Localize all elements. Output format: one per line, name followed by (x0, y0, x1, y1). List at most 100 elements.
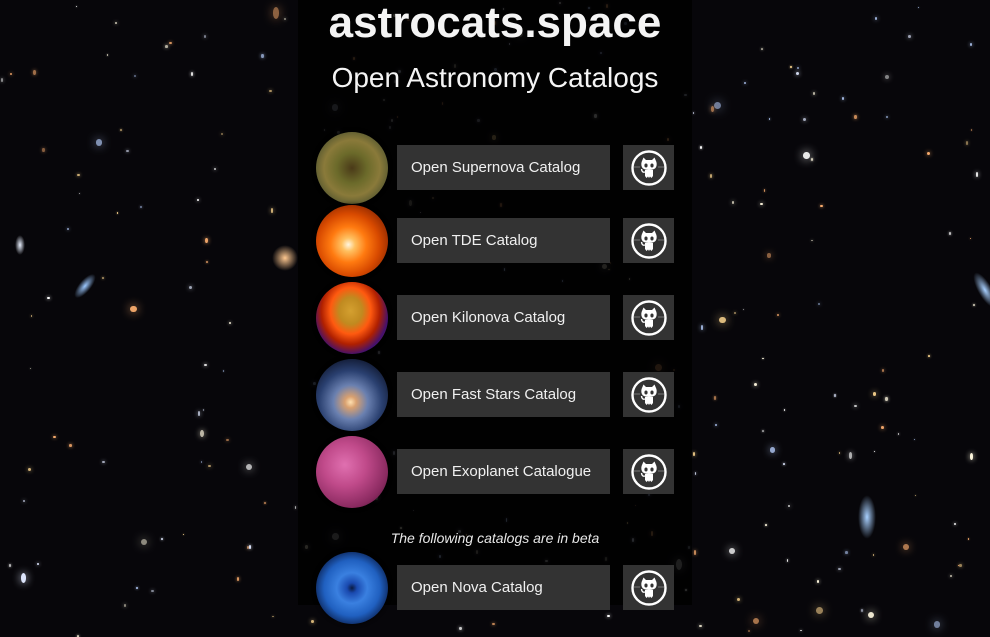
catalog-row-kilonova: Open Kilonova Catalog (316, 282, 676, 354)
background-star (140, 205, 143, 208)
background-star (729, 548, 735, 554)
background-star (868, 611, 875, 618)
background-star (30, 314, 33, 317)
background-star (95, 139, 102, 146)
background-star (885, 116, 888, 119)
background-star (753, 618, 760, 625)
supernova-github-button[interactable] (623, 145, 674, 190)
background-star (102, 460, 105, 464)
supernova-thumbnail (316, 132, 388, 204)
background-star (126, 150, 129, 153)
background-star (763, 189, 766, 193)
open-fast-stars-catalog-button[interactable]: Open Fast Stars Catalog (397, 372, 610, 417)
background-star (459, 627, 462, 630)
background-star (713, 396, 716, 400)
background-star (264, 501, 266, 505)
catalog-row-exoplanet: Open Exoplanet Catalogue (316, 436, 676, 508)
tde-thumbnail (316, 205, 388, 277)
catalog-row-nova: Open Nova Catalog (316, 552, 676, 624)
background-star (107, 54, 109, 57)
background-star (815, 607, 823, 614)
background-star (975, 172, 979, 177)
background-star (237, 576, 240, 581)
site-title: astrocats.space (328, 0, 662, 47)
background-star (42, 147, 45, 153)
background-star (53, 435, 56, 439)
background-star (861, 609, 863, 613)
background-star (205, 260, 208, 263)
background-star (710, 174, 713, 178)
background-star (719, 316, 726, 323)
open-nova-catalog-button[interactable]: Open Nova Catalog (397, 565, 610, 610)
background-star (754, 382, 758, 386)
background-star (731, 201, 735, 205)
background-star (949, 231, 952, 235)
background-star (123, 604, 127, 607)
background-star (872, 392, 877, 396)
fast-stars-thumbnail (316, 359, 388, 431)
background-star (714, 102, 722, 110)
github-octocat-icon (630, 569, 668, 607)
background-star (693, 550, 697, 555)
github-octocat-icon (630, 453, 668, 491)
background-star (150, 589, 154, 593)
background-star (873, 451, 875, 453)
background-star (214, 168, 217, 171)
github-octocat-icon (630, 149, 668, 187)
background-star (69, 444, 72, 447)
background-star (783, 409, 785, 411)
background-star (203, 409, 205, 411)
background-star (208, 464, 212, 468)
background-star (9, 564, 12, 568)
background-star (902, 544, 909, 551)
background-star (189, 285, 193, 289)
background-star (769, 447, 775, 453)
exoplanet-github-button[interactable] (623, 449, 674, 494)
background-star (762, 430, 764, 433)
background-galaxy (858, 495, 876, 539)
tde-github-button[interactable] (623, 218, 674, 263)
background-star (28, 468, 31, 471)
background-star (953, 522, 956, 525)
open-tde-catalog-button[interactable]: Open TDE Catalog (397, 218, 610, 263)
background-star (197, 411, 201, 416)
open-supernova-catalog-button[interactable]: Open Supernova Catalog (397, 145, 610, 190)
background-star (77, 173, 80, 176)
background-star (294, 506, 297, 510)
background-star (196, 198, 200, 201)
background-star (310, 620, 314, 624)
background-star (898, 433, 900, 435)
github-octocat-icon (630, 376, 668, 414)
background-star (914, 495, 916, 497)
background-star (261, 53, 264, 59)
background-star (161, 538, 163, 541)
background-star (816, 580, 820, 583)
background-star (802, 118, 806, 122)
background-star (22, 499, 26, 503)
background-star (882, 369, 885, 372)
background-star (834, 394, 836, 397)
background-star (838, 567, 841, 571)
background-star (136, 587, 139, 590)
background-star (927, 355, 930, 357)
background-star (913, 438, 916, 440)
background-star (747, 629, 750, 632)
background-star (970, 129, 972, 132)
background-star (969, 237, 972, 240)
exoplanet-thumbnail (316, 436, 388, 508)
background-star (120, 129, 122, 131)
background-star (969, 453, 974, 460)
open-kilonova-catalog-button[interactable]: Open Kilonova Catalog (397, 295, 610, 340)
background-star (200, 429, 204, 437)
nova-github-button[interactable] (623, 565, 674, 610)
background-star (205, 237, 208, 243)
nova-thumbnail (316, 552, 388, 624)
fast-stars-github-button[interactable] (623, 372, 674, 417)
background-star (842, 97, 845, 100)
background-star (768, 118, 771, 120)
kilonova-github-button[interactable] (623, 295, 674, 340)
kilonova-thumbnail (316, 282, 388, 354)
open-exoplanet-catalogue-button[interactable]: Open Exoplanet Catalogue (397, 449, 610, 494)
background-star (36, 562, 40, 565)
background-star (130, 305, 137, 313)
